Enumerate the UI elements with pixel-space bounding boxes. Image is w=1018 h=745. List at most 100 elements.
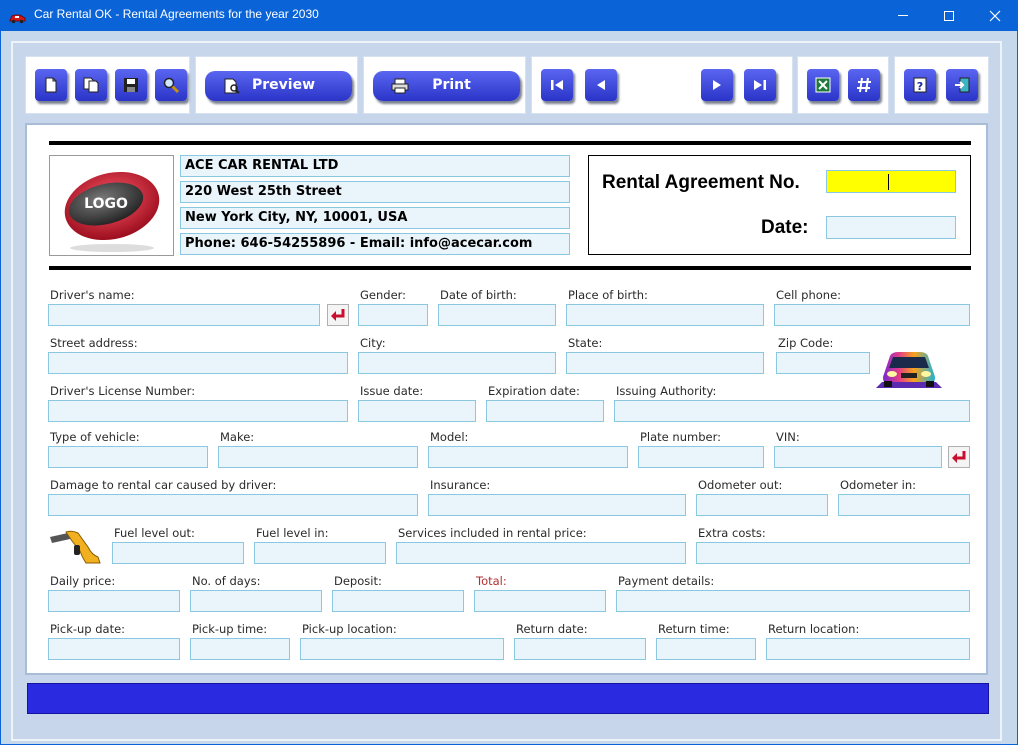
damage-input[interactable]	[48, 494, 418, 516]
pickup-location-input[interactable]	[300, 638, 504, 660]
driver-name-label: Driver's name:	[50, 288, 135, 302]
agreement-date-input[interactable]	[826, 216, 956, 239]
street-address-label: Street address:	[50, 336, 138, 350]
client-area: Preview Print ? LOGO ACE CAR RENTAL LTD …	[1, 31, 1017, 744]
return-arrow-icon	[331, 309, 345, 321]
company-name-field[interactable]: ACE CAR RENTAL LTD	[180, 155, 570, 177]
company-logo: LOGO	[49, 155, 174, 256]
svg-text:?: ?	[917, 80, 923, 93]
issue-date-input[interactable]	[358, 400, 476, 422]
odometer-in-input[interactable]	[838, 494, 970, 516]
search-button[interactable]	[155, 69, 187, 101]
gender-input[interactable]	[358, 304, 428, 326]
top-divider	[49, 141, 971, 145]
return-time-input[interactable]	[656, 638, 756, 660]
zip-code-label: Zip Code:	[778, 336, 834, 350]
daily-price-input[interactable]	[48, 590, 180, 612]
company-city-field[interactable]: New York City, NY, 10001, USA	[180, 207, 570, 229]
agreement-number-label: Rental Agreement No.	[602, 172, 800, 193]
exit-button[interactable]	[946, 69, 978, 101]
expiration-date-input[interactable]	[486, 400, 604, 422]
first-record-button[interactable]	[541, 69, 573, 101]
hash-icon	[857, 77, 871, 93]
return-date-input[interactable]	[514, 638, 646, 660]
make-label: Make:	[220, 430, 255, 444]
print-button[interactable]: Print	[373, 71, 520, 101]
vehicle-type-input[interactable]	[48, 446, 208, 468]
colorful-car-icon	[874, 344, 944, 392]
num-days-input[interactable]	[190, 590, 322, 612]
return-location-input[interactable]	[766, 638, 970, 660]
damage-label: Damage to rental car caused by driver:	[50, 478, 277, 492]
extra-costs-label: Extra costs:	[698, 526, 766, 540]
vin-input[interactable]	[774, 446, 942, 468]
zip-code-input[interactable]	[776, 352, 870, 374]
exit-icon	[955, 77, 970, 93]
help-button[interactable]: ?	[904, 69, 936, 101]
next-record-button[interactable]	[701, 69, 733, 101]
copy-button[interactable]	[75, 69, 107, 101]
place-of-birth-input[interactable]	[566, 304, 764, 326]
city-input[interactable]	[358, 352, 556, 374]
fuel-in-input[interactable]	[254, 542, 386, 564]
date-of-birth-input[interactable]	[438, 304, 556, 326]
close-button[interactable]	[972, 0, 1018, 31]
total-input[interactable]	[474, 590, 606, 612]
deposit-input[interactable]	[332, 590, 464, 612]
toolbar-group-preview: Preview	[195, 56, 358, 114]
plate-number-input[interactable]	[638, 446, 764, 468]
model-input[interactable]	[428, 446, 628, 468]
date-of-birth-label: Date of birth:	[440, 288, 517, 302]
pickup-time-input[interactable]	[190, 638, 290, 660]
save-button[interactable]	[115, 69, 147, 101]
red-car-icon	[9, 9, 26, 24]
license-number-label: Driver's License Number:	[50, 384, 196, 398]
license-number-input[interactable]	[48, 400, 348, 422]
cell-phone-input[interactable]	[774, 304, 970, 326]
last-record-button[interactable]	[744, 69, 776, 101]
vehicle-picker-button[interactable]	[948, 446, 970, 468]
num-days-label: No. of days:	[192, 574, 261, 588]
maximize-button[interactable]	[926, 0, 972, 31]
window-title: Car Rental OK - Rental Agreements for th…	[34, 7, 319, 21]
driver-picker-button[interactable]	[327, 304, 349, 326]
pickup-location-label: Pick-up location:	[302, 622, 397, 636]
fuel-out-input[interactable]	[112, 542, 244, 564]
preview-button[interactable]: Preview	[205, 71, 352, 101]
pickup-time-label: Pick-up time:	[192, 622, 268, 636]
state-input[interactable]	[566, 352, 764, 374]
daily-price-label: Daily price:	[50, 574, 116, 588]
insurance-label: Insurance:	[430, 478, 491, 492]
gender-label: Gender:	[360, 288, 407, 302]
services-input[interactable]	[396, 542, 686, 564]
make-input[interactable]	[218, 446, 418, 468]
previous-record-button[interactable]	[585, 69, 617, 101]
excel-export-button[interactable]	[807, 69, 839, 101]
plate-number-label: Plate number:	[640, 430, 721, 444]
street-address-input[interactable]	[48, 352, 348, 374]
issuing-authority-input[interactable]	[614, 400, 970, 422]
city-label: City:	[360, 336, 386, 350]
driver-name-input[interactable]	[48, 304, 320, 326]
fuel-out-label: Fuel level out:	[114, 526, 195, 540]
text-caret	[888, 174, 889, 190]
hash-button[interactable]	[848, 69, 880, 101]
odometer-out-input[interactable]	[696, 494, 828, 516]
pickup-date-input[interactable]	[48, 638, 180, 660]
toolbar-group-export	[797, 56, 889, 114]
payment-details-label: Payment details:	[618, 574, 715, 588]
new-button[interactable]	[35, 69, 67, 101]
payment-details-input[interactable]	[616, 590, 970, 612]
new-document-icon	[45, 77, 57, 93]
agreement-number-input[interactable]	[826, 170, 956, 193]
previous-record-icon	[597, 80, 605, 90]
company-contact-field[interactable]: Phone: 646-54255896 - Email: info@acecar…	[180, 233, 570, 255]
header-divider	[49, 266, 971, 270]
insurance-input[interactable]	[428, 494, 686, 516]
minimize-button[interactable]	[880, 0, 926, 31]
company-street-field[interactable]: 220 West 25th Street	[180, 181, 570, 203]
toolbar-group-file	[25, 56, 190, 114]
extra-costs-input[interactable]	[696, 542, 970, 564]
first-record-icon	[551, 80, 563, 90]
services-label: Services included in rental price:	[398, 526, 587, 540]
